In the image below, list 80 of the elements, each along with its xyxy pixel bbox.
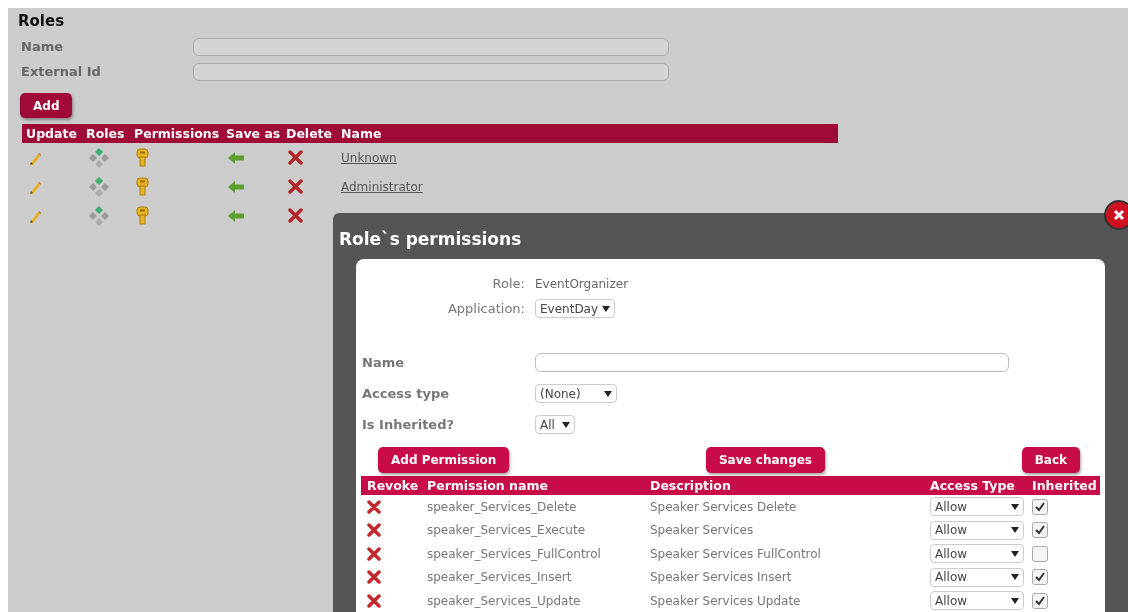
caret-icon [562, 421, 570, 428]
text-field[interactable] [193, 62, 669, 81]
page-title: Roles [18, 12, 66, 32]
inherited-checkbox[interactable] [1032, 498, 1048, 515]
delete-icon[interactable] [288, 150, 303, 165]
column-header: Roles [85, 126, 126, 141]
access-type-select[interactable]: Allow [930, 591, 1024, 611]
left-arrow-icon[interactable] [228, 180, 244, 193]
key-icon[interactable] [136, 148, 149, 167]
revoke-icon[interactable] [367, 546, 381, 561]
diamonds-icon[interactable] [88, 146, 110, 169]
role-link[interactable]: Unknown [337, 150, 397, 165]
add-button[interactable]: Add [20, 93, 73, 118]
filter-select[interactable]: All [535, 415, 575, 434]
filter-select[interactable]: (None) [535, 384, 617, 403]
access-type-select[interactable]: Allow [930, 520, 1024, 540]
permission-name: speaker_Services_Insert [427, 570, 572, 585]
filter-label: Name [362, 355, 405, 370]
filter-label: Access type [362, 386, 451, 401]
column-header: Permissions [133, 126, 221, 141]
caret-icon [602, 305, 610, 312]
role-link[interactable]: Administrator [337, 179, 423, 194]
caret-icon [604, 390, 612, 397]
inherited-checkbox[interactable] [1032, 569, 1048, 586]
revoke-icon[interactable] [367, 499, 381, 514]
key-icon[interactable] [136, 206, 149, 225]
permission-name: speaker_Services_Update [427, 593, 581, 608]
column-header: Inherited [1031, 478, 1098, 493]
caret-icon [1011, 527, 1019, 534]
permission-description: Speaker Services Insert [650, 570, 792, 585]
inherited-checkbox[interactable] [1032, 592, 1048, 609]
column-header: Name [340, 126, 383, 141]
delete-icon[interactable] [288, 179, 303, 194]
close-button[interactable] [1104, 200, 1128, 230]
inherited-checkbox[interactable] [1032, 522, 1048, 539]
filter-label: Is Inherited? [362, 417, 455, 432]
caret-icon [1011, 597, 1019, 604]
column-header: Revoke [366, 478, 420, 493]
role-value: EventOrganizer [535, 276, 629, 291]
text-field[interactable] [193, 37, 669, 56]
action-button[interactable]: Add Permission [378, 447, 510, 473]
permission-name: speaker_Services_Delete [427, 499, 577, 514]
left-arrow-icon[interactable] [228, 209, 244, 222]
column-header: Save as [225, 126, 282, 141]
key-icon[interactable] [136, 177, 149, 196]
column-header: Update [25, 126, 78, 141]
permission-description: Speaker Services FullControl [650, 546, 821, 561]
dialog-title: Role`s permissions [339, 229, 522, 251]
caret-icon [1011, 550, 1019, 557]
permission-name: speaker_Services_FullControl [427, 546, 601, 561]
access-type-select[interactable]: Allow [930, 497, 1024, 517]
column-header: Description [649, 478, 732, 493]
field-label: Name [20, 39, 64, 54]
close-icon [1112, 208, 1126, 222]
permission-name: speaker_Services_Execute [427, 523, 586, 538]
name-field[interactable] [535, 353, 1009, 372]
column-header: Delete [285, 126, 334, 141]
access-type-select[interactable]: Allow [930, 567, 1024, 587]
action-button[interactable]: Back [1021, 447, 1080, 473]
diamonds-icon[interactable] [88, 204, 110, 227]
field-label: External Id [20, 64, 102, 79]
access-type-select[interactable]: Allow [930, 544, 1024, 564]
left-arrow-icon[interactable] [228, 151, 244, 164]
application-label: Application: [446, 301, 526, 316]
role-label: Role: [491, 276, 526, 291]
application-select[interactable]: EventDay [535, 299, 615, 318]
permission-description: Speaker Services Delete [650, 499, 797, 514]
diamonds-icon[interactable] [88, 175, 110, 198]
revoke-icon[interactable] [367, 593, 381, 608]
caret-icon [1011, 503, 1019, 510]
column-header: Access Type [929, 478, 1016, 493]
caret-icon [1011, 574, 1019, 581]
column-header: Permission name [426, 478, 549, 493]
revoke-icon[interactable] [367, 570, 381, 585]
permission-description: Speaker Services Update [650, 593, 801, 608]
action-button[interactable]: Save changes [705, 447, 825, 473]
delete-icon[interactable] [288, 208, 303, 223]
inherited-checkbox[interactable] [1032, 545, 1048, 562]
permission-description: Speaker Services [650, 523, 754, 538]
revoke-icon[interactable] [367, 523, 381, 538]
